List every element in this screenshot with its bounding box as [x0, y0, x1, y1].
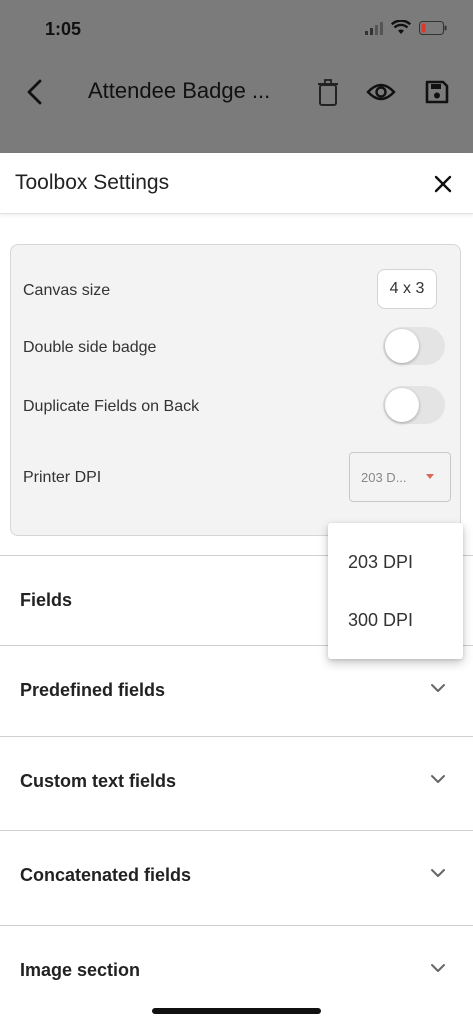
chevron-down-icon: [431, 684, 445, 692]
sheet-header: Toolbox Settings: [0, 153, 473, 214]
chevron-down-icon: [431, 775, 445, 783]
close-button[interactable]: [430, 171, 456, 197]
page-title: Attendee Badge ...: [88, 78, 271, 103]
section-label: Concatenated fields: [20, 865, 192, 885]
battery-icon: [419, 20, 447, 35]
preview-button[interactable]: [366, 78, 396, 106]
section-custom-text-fields[interactable]: Custom text fields: [0, 736, 473, 826]
back-button[interactable]: [22, 76, 50, 108]
canvas-size-label: Canvas size: [23, 282, 111, 299]
toggle-knob: [385, 388, 419, 422]
section-label: Predefined fields: [20, 680, 166, 700]
status-bar: 1:05: [0, 0, 473, 60]
home-indicator[interactable]: [152, 1008, 321, 1014]
printer-dpi-label: Printer DPI: [23, 469, 102, 486]
section-label: Image section: [20, 960, 141, 980]
status-time: 1:05: [45, 19, 82, 39]
trash-icon: [318, 79, 338, 106]
sheet-title: Toolbox Settings: [15, 171, 170, 194]
section-concatenated-fields[interactable]: Concatenated fields: [0, 830, 473, 920]
section-label: Custom text fields: [20, 771, 177, 791]
close-icon: [434, 175, 452, 193]
section-label: Fields: [20, 590, 73, 610]
wifi-icon: [391, 20, 411, 35]
printer-dpi-dropdown-menu: 203 DPI 300 DPI: [328, 523, 463, 659]
toggle-knob: [385, 329, 419, 363]
double-side-toggle[interactable]: [383, 327, 445, 365]
eye-icon: [366, 83, 396, 101]
settings-card: Canvas size 4 x 3 Double side badge Dupl…: [10, 244, 461, 536]
dpi-option-300[interactable]: 300 DPI: [348, 610, 413, 631]
dropdown-arrow-icon: [426, 474, 434, 479]
double-side-label: Double side badge: [23, 339, 157, 356]
chevron-down-icon: [431, 869, 445, 877]
chevron-left-icon: [27, 79, 42, 105]
printer-dpi-value: 203 D...: [361, 470, 407, 485]
canvas-size-button[interactable]: 4 x 3: [377, 269, 437, 309]
dpi-option-203[interactable]: 203 DPI: [348, 552, 413, 573]
floppy-disk-icon: [425, 80, 449, 104]
signal-icon: [365, 21, 383, 35]
duplicate-fields-toggle[interactable]: [383, 386, 445, 424]
status-icons: [365, 20, 447, 35]
save-button[interactable]: [424, 78, 450, 106]
app-bar: Attendee Badge ...: [0, 60, 473, 124]
section-image-section[interactable]: Image section: [0, 925, 473, 1015]
delete-button[interactable]: [316, 76, 340, 108]
chevron-down-icon: [431, 964, 445, 972]
printer-dpi-select[interactable]: 203 D...: [349, 452, 451, 502]
duplicate-fields-label: Duplicate Fields on Back: [23, 398, 200, 415]
